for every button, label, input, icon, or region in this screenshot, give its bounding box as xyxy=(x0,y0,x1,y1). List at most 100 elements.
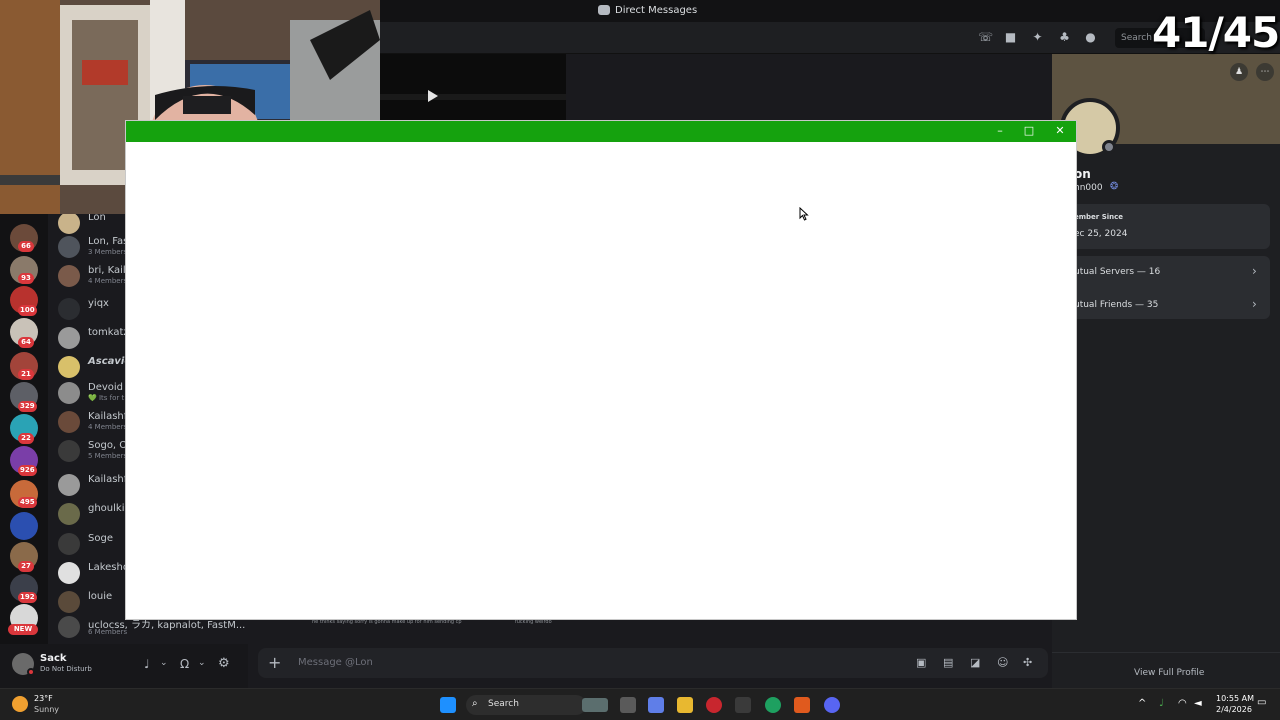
clock-date[interactable]: 2/4/2026 xyxy=(1216,705,1252,714)
add-friends-icon[interactable]: ♣ xyxy=(1058,31,1071,44)
taskbar: 23°F Sunny ⌕ Search ^ ♩ ◠ ◄ 10:55 AM 2/4… xyxy=(0,688,1280,720)
mutual-servers-link[interactable]: utual Servers — 16 xyxy=(1074,267,1160,277)
server-icon[interactable] xyxy=(10,512,38,540)
avatar xyxy=(58,474,80,496)
dm-name: louie xyxy=(88,591,113,602)
popup-titlebar[interactable]: – □ ✕ xyxy=(126,121,1076,142)
avatar xyxy=(58,616,80,638)
microphone-icon[interactable]: ♩ xyxy=(144,657,150,671)
unread-badge: 192 xyxy=(18,592,37,603)
chevron-right-icon[interactable]: › xyxy=(1252,297,1257,311)
mouse-cursor-icon xyxy=(799,207,809,221)
view-full-profile-link[interactable]: View Full Profile xyxy=(1134,668,1204,678)
unread-badge: 100 xyxy=(18,305,37,316)
server-rail: 66 93 100 64 21 329 22 926 495 27 192 NE… xyxy=(0,214,48,644)
dm-name: Ascavic xyxy=(88,356,131,367)
dm-header: ☏ ■ ✦ ♣ ● Search lo xyxy=(380,22,1280,54)
profile-toggle-icon[interactable]: ● xyxy=(1084,31,1097,44)
chevron-up-icon[interactable]: ^ xyxy=(1138,698,1146,709)
microphone-icon[interactable]: ♩ xyxy=(1159,698,1164,709)
avatar xyxy=(58,591,80,613)
mutual-friends-link[interactable]: utual Friends — 35 xyxy=(1074,300,1158,310)
discord-icon[interactable] xyxy=(824,697,840,713)
member-since-date: ec 25, 2024 xyxy=(1074,229,1128,239)
user-name: Sack xyxy=(40,653,67,664)
nitro-badge-icon: ❂ xyxy=(1110,181,1119,192)
avatar xyxy=(58,265,80,287)
avatar xyxy=(58,562,80,584)
dm-name: tomkatz xyxy=(88,327,129,338)
wifi-icon[interactable]: ◠ xyxy=(1178,698,1187,709)
notification-icon[interactable]: ▭ xyxy=(1257,697,1266,708)
store-icon[interactable] xyxy=(735,697,751,713)
dm-name: Kailashf xyxy=(88,411,128,422)
new-badge[interactable]: NEW xyxy=(8,624,38,635)
avatar xyxy=(58,212,80,234)
avatar xyxy=(58,503,80,525)
unread-badge: 495 xyxy=(18,497,37,508)
dm-sub: 5 Members xyxy=(88,452,128,460)
headphones-icon[interactable]: Ω xyxy=(180,657,189,671)
unread-badge: 329 xyxy=(18,401,37,412)
more-icon[interactable]: ⋯ xyxy=(1256,63,1274,81)
apps-icon[interactable]: ✣ xyxy=(1023,656,1032,669)
opera-gx-icon[interactable] xyxy=(706,697,722,713)
pin-icon[interactable]: ✦ xyxy=(1031,31,1044,44)
task-view-icon[interactable] xyxy=(620,697,636,713)
dm-name: Lon, Fas xyxy=(88,236,129,247)
weather-temp[interactable]: 23°F xyxy=(34,694,53,703)
unread-badge: 21 xyxy=(18,369,34,380)
search-box[interactable]: ⌕ Search xyxy=(466,695,608,715)
unread-badge: 66 xyxy=(18,241,34,252)
divider xyxy=(1052,652,1280,653)
file-explorer-icon[interactable] xyxy=(677,697,693,713)
discord-icon xyxy=(598,5,610,15)
dm-name: yiqx xyxy=(88,298,109,309)
clock-time[interactable]: 10:55 AM xyxy=(1216,694,1254,703)
gif-icon[interactable]: ▤ xyxy=(943,656,953,669)
search-label: Search xyxy=(488,699,519,709)
video-icon[interactable]: ■ xyxy=(1004,31,1017,44)
weather-icon[interactable] xyxy=(12,696,28,712)
chevron-down-icon[interactable]: ⌄ xyxy=(198,658,206,668)
avatar xyxy=(58,356,80,378)
plus-icon[interactable]: + xyxy=(268,653,281,672)
dm-sub: 4 Members xyxy=(88,423,128,431)
add-friend-icon[interactable]: ♟ xyxy=(1230,63,1248,81)
weather-desc[interactable]: Sunny xyxy=(34,705,59,714)
copilot-icon[interactable] xyxy=(648,697,664,713)
stream-player[interactable] xyxy=(380,54,566,122)
chrome-icon[interactable] xyxy=(765,697,781,713)
close-icon[interactable]: ✕ xyxy=(1052,124,1068,138)
message-composer[interactable]: + Message @Lon ▣ ▤ ◪ ☺ ✣ xyxy=(258,648,1048,678)
chevron-right-icon[interactable]: › xyxy=(1252,264,1257,278)
maximize-icon[interactable]: □ xyxy=(1021,124,1037,138)
dm-name: Devoid xyxy=(88,382,124,393)
message-input[interactable]: Message @Lon xyxy=(298,657,373,668)
unread-badge: 64 xyxy=(18,337,34,348)
profile-display-name: on xyxy=(1074,167,1091,181)
emoji-icon[interactable]: ☺ xyxy=(997,656,1008,669)
sticker-icon[interactable]: ◪ xyxy=(970,656,980,669)
minimize-icon[interactable]: – xyxy=(992,124,1008,138)
gear-icon[interactable]: ⚙ xyxy=(218,656,230,671)
chevron-down-icon[interactable]: ⌄ xyxy=(160,658,168,668)
profile-panel: ♟ ⋯ on nn000 ❂ ember Since ec 25, 2024 u… xyxy=(1052,54,1280,688)
dm-name: Lakesho xyxy=(88,562,129,573)
avatar xyxy=(58,236,80,258)
volume-icon[interactable]: ◄ xyxy=(1194,698,1202,709)
dm-sub: 6 Members xyxy=(88,628,128,636)
start-icon[interactable] xyxy=(440,697,456,713)
blank-popup-window[interactable]: – □ ✕ xyxy=(126,121,1076,619)
avatar xyxy=(58,411,80,433)
dm-sub: 💚 Its for t xyxy=(88,394,125,402)
dm-name: Soge xyxy=(88,533,113,544)
brave-icon[interactable] xyxy=(794,697,810,713)
gift-icon[interactable]: ▣ xyxy=(916,656,926,669)
phone-icon[interactable]: ☏ xyxy=(978,31,993,44)
window-title: Direct Messages xyxy=(615,5,698,16)
dm-sub: 4 Members xyxy=(88,277,128,285)
play-icon[interactable] xyxy=(380,54,566,122)
user-panel: Sack Do Not Disturb ♩ ⌄ Ω ⌄ ⚙ xyxy=(0,644,248,688)
unread-badge: 22 xyxy=(18,433,34,444)
